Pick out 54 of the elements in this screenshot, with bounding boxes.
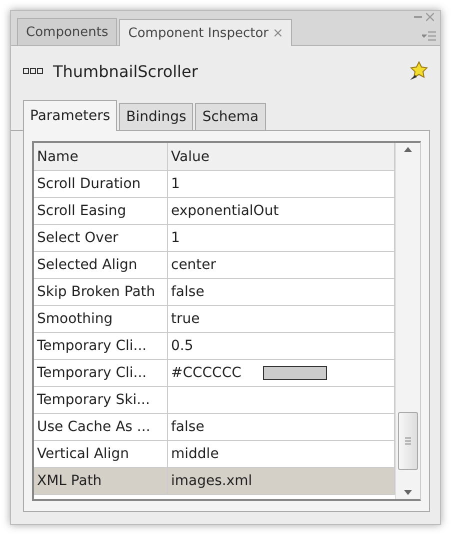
parameter-name: Temporary Cli... <box>37 338 147 354</box>
parameter-row[interactable]: Skip Broken Path false <box>34 279 395 306</box>
parameter-name: Temporary Ski... <box>37 392 150 408</box>
scroll-thumb[interactable] <box>398 412 418 470</box>
star-icon[interactable] <box>408 61 428 81</box>
parameter-name: Smoothing <box>37 311 113 327</box>
parameter-row[interactable]: Use Cache As ... false <box>34 414 395 441</box>
panel-tab-label: Component Inspector <box>128 26 268 40</box>
parameter-name: Scroll Duration <box>37 176 141 192</box>
parameter-name: Select Over <box>37 230 118 246</box>
panel-tab[interactable]: Components <box>17 18 118 45</box>
parameter-value: 1 <box>171 176 180 192</box>
parameter-row[interactable]: Select Over 1 <box>34 225 395 252</box>
panel-tab-label: Components <box>26 24 108 40</box>
parameter-value: true <box>171 311 200 327</box>
tab[interactable]: Bindings <box>119 103 194 130</box>
scroll-up-icon[interactable] <box>404 147 412 152</box>
scroll-down-icon[interactable] <box>404 490 412 495</box>
parameter-row[interactable]: Vertical Align middle <box>34 441 395 468</box>
parameter-name: XML Path <box>37 473 102 489</box>
parameter-name: Vertical Align <box>37 446 129 462</box>
parameter-name: Scroll Easing <box>37 203 126 219</box>
panel-tab[interactable]: Component Inspector × <box>119 19 292 46</box>
parameter-value: 1 <box>171 230 180 246</box>
parameter-row[interactable]: Temporary Cli... #CCCCCC <box>34 360 395 387</box>
parameter-value: middle <box>171 446 219 462</box>
parameter-row[interactable]: Scroll Duration 1 <box>34 171 395 198</box>
parameter-value: exponentialOut <box>171 203 279 219</box>
close-icon[interactable] <box>426 13 434 21</box>
parameter-row[interactable]: XML Path images.xml <box>34 468 395 495</box>
parameter-value: #CCCCCC <box>171 365 242 381</box>
parameter-value: images.xml <box>171 473 252 489</box>
tab[interactable]: Schema <box>195 103 266 130</box>
minimize-icon[interactable] <box>414 13 422 21</box>
parameter-value: false <box>171 419 204 435</box>
parameter-row[interactable]: Temporary Cli... 0.5 <box>34 333 395 360</box>
parameter-value: center <box>171 257 216 273</box>
parameter-name: Skip Broken Path <box>37 284 156 300</box>
component-name: ThumbnailScroller <box>53 62 199 80</box>
parameter-name: Selected Align <box>37 257 138 273</box>
parameter-name: Use Cache As ... <box>37 419 150 435</box>
parameter-value: false <box>171 284 204 300</box>
parameter-row[interactable]: Temporary Ski... <box>34 387 395 414</box>
component-icon <box>23 67 43 75</box>
parameter-row[interactable]: Smoothing true <box>34 306 395 333</box>
column-header[interactable]: Name <box>34 143 168 170</box>
panel-menu-icon[interactable] <box>422 31 436 41</box>
parameter-value: 0.5 <box>171 338 194 354</box>
parameter-row[interactable]: Selected Align center <box>34 252 395 279</box>
tab[interactable]: Parameters <box>23 100 118 131</box>
scrollbar[interactable] <box>395 143 420 499</box>
parameter-name: Temporary Cli... <box>37 365 147 381</box>
parameter-row[interactable]: Scroll Easing exponentialOut <box>34 198 395 225</box>
color-swatch[interactable] <box>263 366 328 380</box>
